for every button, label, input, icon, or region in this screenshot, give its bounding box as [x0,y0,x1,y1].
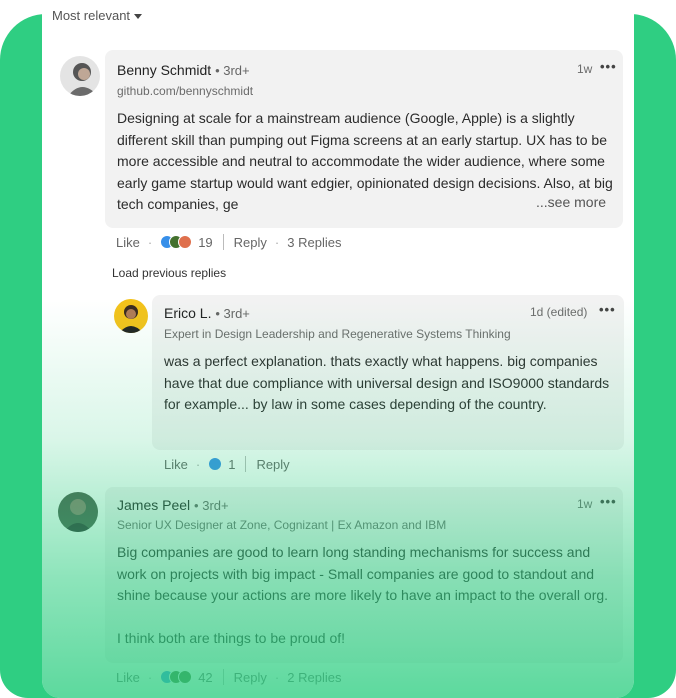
avatar-image [58,492,98,532]
reply-actions: Like · 1 Reply [164,456,290,472]
commenter-headline: Expert in Design Leadership and Regenera… [164,327,511,341]
reactions-count[interactable]: 19 [198,235,212,250]
more-options-icon[interactable]: ••• [600,59,617,74]
comment-text: was a perfect explanation. thats exactly… [164,353,610,412]
reply-button[interactable]: Reply [234,235,267,250]
comments-panel: Most relevant Benny Schmidt • 3rd+ githu… [42,0,634,698]
comment-text: Big companies are good to learn long sta… [117,544,609,603]
see-more-link[interactable]: ...see more [530,194,607,210]
reactions-count[interactable]: 42 [198,670,212,685]
comment-actions: Like · 42 Reply · 2 Replies [116,669,342,685]
like-reaction-icon [208,457,223,471]
more-options-icon[interactable]: ••• [600,494,617,509]
avatar-image [60,56,100,96]
avatar-erico-l[interactable] [114,299,148,333]
load-previous-replies-link[interactable]: Load previous replies [112,266,226,280]
reactions-icons[interactable] [160,235,193,249]
like-button[interactable]: Like [164,457,188,472]
commenter-name[interactable]: James Peel • 3rd+ [117,497,229,513]
reply-button[interactable]: Reply [234,670,267,685]
commenter-name[interactable]: Erico L. • 3rd+ [164,305,250,321]
reactions-icons[interactable] [160,670,193,684]
sort-dropdown[interactable]: Most relevant [52,8,143,23]
caret-down-icon [134,14,143,20]
more-options-icon[interactable]: ••• [599,302,616,317]
reactions-count[interactable]: 1 [228,457,235,472]
comment-timestamp: 1w [577,497,593,511]
commenter-name[interactable]: Benny Schmidt • 3rd+ [117,62,250,78]
avatar-benny-schmidt[interactable] [60,56,100,96]
avatar-image [114,299,148,333]
reactions-icons[interactable] [208,457,223,471]
comment-timestamp: 1w [577,62,593,76]
avatar-james-peel[interactable] [58,492,98,532]
love-reaction-icon [178,235,193,249]
comment-timestamp: 1d (edited) [530,305,588,319]
comment-text-line2: I think both are things to be proud of! [117,630,346,646]
sort-label: Most relevant [52,8,131,23]
replies-count-link[interactable]: 2 Replies [287,670,341,685]
comment-actions: Like · 19 Reply · 3 Replies [116,234,342,250]
support-reaction-icon [178,670,193,684]
replies-count-link[interactable]: 3 Replies [287,235,341,250]
like-button[interactable]: Like [116,235,140,250]
like-button[interactable]: Like [116,670,140,685]
commenter-headline: github.com/bennyschmidt [117,84,254,98]
reply-button[interactable]: Reply [256,457,289,472]
commenter-headline: Senior UX Designer at Zone, Cognizant | … [117,518,447,532]
